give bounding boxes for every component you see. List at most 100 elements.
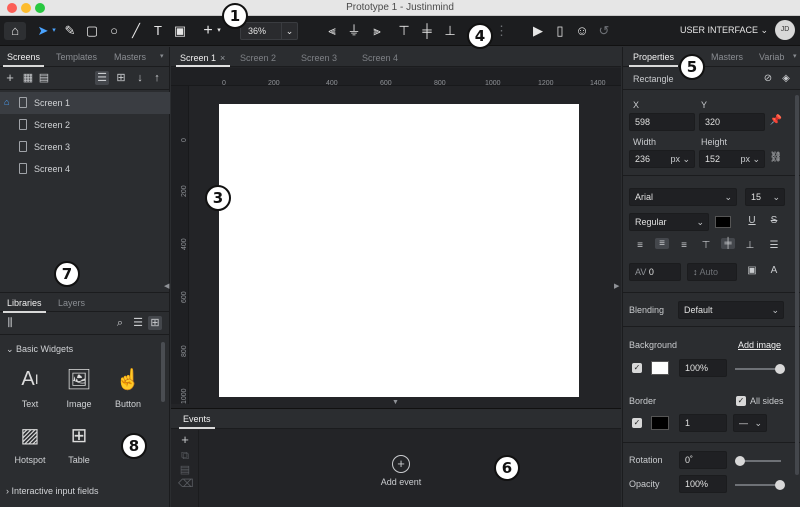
valign-top-icon[interactable]: ⊤ [699, 240, 713, 251]
widgets-section-header[interactable]: ⌄ Basic Widgets [6, 344, 73, 355]
opacity-slider[interactable] [735, 480, 785, 490]
image-tool-icon[interactable]: ▣ [173, 22, 187, 40]
screen-thumbnail-icon[interactable]: ▦ [21, 71, 35, 85]
fit-text-icon[interactable]: ▣ [745, 265, 759, 276]
align-left-icon[interactable]: ⫷ [325, 22, 339, 40]
library-scrollbar[interactable] [161, 342, 165, 402]
blending-select[interactable]: Default ⌄ [678, 301, 784, 319]
library-icon[interactable]: ⫼ [3, 316, 17, 330]
tab-screen-1[interactable]: Screen 1 × [175, 53, 231, 67]
collapse-events-icon[interactable]: ▼ [392, 399, 399, 406]
widget-hotspot[interactable]: ▨ Hotspot [10, 421, 50, 469]
height-field[interactable]: 152 px ⌄ [699, 150, 765, 168]
delete-event-icon[interactable]: ⌫ [178, 477, 194, 491]
add-image-link[interactable]: Add image [738, 340, 781, 350]
font-style-select[interactable]: Regular ⌄ [629, 213, 709, 231]
list-item[interactable]: Screen 2 [0, 114, 170, 136]
add-widget-icon[interactable]: + [201, 22, 215, 40]
list-item[interactable]: Screen 3 [0, 136, 170, 158]
border-checkbox[interactable]: ✓ [632, 418, 642, 428]
rotation-field[interactable]: 0˚ [679, 451, 727, 469]
tab-libraries[interactable]: Libraries [3, 298, 45, 313]
font-size-select[interactable]: 15 ⌄ [745, 188, 785, 206]
border-color-swatch[interactable] [651, 416, 669, 430]
widget-image[interactable]: 🖼 Image [59, 365, 99, 413]
align-top-icon[interactable]: ⊤ [397, 22, 411, 40]
add-event-button[interactable]: + Add event [371, 455, 431, 487]
add-screen-icon[interactable]: + [3, 71, 17, 85]
widget-text[interactable]: AI Text [10, 365, 50, 413]
align-text-left-icon[interactable]: ≡ [633, 240, 647, 251]
tab-masters[interactable]: Masters [114, 52, 146, 62]
tab-screens[interactable]: Screens [2, 52, 45, 67]
zoom-field[interactable]: 36% ⌄ [240, 22, 298, 40]
pen-tool-icon[interactable]: ✎ [63, 22, 77, 40]
text-color-swatch[interactable] [715, 216, 731, 228]
bullet-list-icon[interactable]: ☰ [767, 240, 781, 251]
underline-icon[interactable]: U [745, 215, 759, 226]
copy-event-icon[interactable]: ⧉ [178, 449, 192, 463]
border-style-select[interactable]: — ⌄ [733, 414, 767, 432]
chevron-down-icon[interactable]: ⌄ [281, 23, 297, 39]
align-text-right-icon[interactable]: ≡ [677, 240, 691, 251]
add-user-icon[interactable]: ☺ [574, 22, 590, 40]
rectangle-tool-icon[interactable]: ▢ [85, 22, 99, 40]
slider-knob[interactable] [775, 480, 785, 490]
ui-mode-selector[interactable]: USER INTERFACE ⌄ [680, 25, 768, 36]
list-item[interactable]: Screen 4 [0, 158, 170, 180]
width-field[interactable]: 236 px ⌄ [629, 150, 695, 168]
rotation-slider[interactable] [735, 456, 781, 466]
avatar[interactable]: JD [775, 20, 795, 40]
tab-layers[interactable]: Layers [58, 298, 85, 308]
align-middle-icon[interactable]: ╪ [420, 22, 434, 40]
widget-table[interactable]: ⊞ Table [59, 421, 99, 469]
strikethrough-icon[interactable]: S [767, 215, 781, 226]
screen-canvas[interactable] [219, 104, 579, 397]
line-height-field[interactable]: ↕ Auto [687, 263, 737, 281]
width-unit[interactable]: px ⌄ [670, 151, 690, 167]
more-icon[interactable]: ⋮ [495, 22, 508, 40]
x-field[interactable]: 598 [629, 113, 695, 131]
panel-menu-icon[interactable]: ▾ [793, 52, 797, 60]
slider-knob[interactable] [735, 456, 745, 466]
align-bottom-icon[interactable]: ⊥ [443, 22, 457, 40]
all-sides-checkbox[interactable]: ✓ [736, 396, 746, 406]
undo-icon[interactable]: ↺ [597, 22, 611, 40]
font-family-select[interactable]: Arial ⌄ [629, 188, 737, 206]
search-icon[interactable]: ⌕ [113, 316, 127, 330]
grid-view-icon[interactable]: ⊞ [148, 316, 162, 330]
device-preview-icon[interactable]: ▯ [553, 22, 567, 40]
interactive-section-header[interactable]: › Interactive input fields [6, 486, 99, 496]
folder-icon[interactable]: ▤ [37, 71, 51, 85]
slider-knob[interactable] [775, 364, 785, 374]
link-icon[interactable]: ⛓ [769, 152, 783, 163]
paste-event-icon[interactable]: ▤ [178, 463, 192, 477]
align-text-center-icon[interactable]: ≡ [655, 238, 669, 249]
move-up-icon[interactable]: ↑ [150, 71, 164, 85]
line-tool-icon[interactable]: ╱ [129, 22, 143, 40]
widget-button[interactable]: ☝ Button [108, 365, 148, 413]
close-icon[interactable]: × [220, 53, 225, 63]
text-tool-icon[interactable]: T [151, 22, 165, 40]
panel-menu-icon[interactable]: ▾ [160, 52, 164, 60]
pointer-tool-icon[interactable]: ➤ [36, 22, 50, 40]
pin-icon[interactable]: 📌 [769, 115, 783, 126]
add-event-icon[interactable]: + [178, 433, 192, 447]
border-width-field[interactable]: 1 [679, 414, 727, 432]
collapse-left-icon[interactable]: ◀ [164, 282, 169, 290]
background-color-swatch[interactable] [651, 361, 669, 375]
ellipse-tool-icon[interactable]: ○ [107, 22, 121, 40]
add-dropdown-icon[interactable]: ▾ [215, 22, 223, 40]
list-item[interactable]: ⌂ Screen 1 [0, 92, 170, 114]
tab-properties[interactable]: Properties [628, 52, 679, 67]
list-view-icon[interactable]: ☰ [131, 316, 145, 330]
valign-bottom-icon[interactable]: ⊥ [743, 240, 757, 251]
background-checkbox[interactable]: ✓ [632, 363, 642, 373]
tab-events[interactable]: Events [179, 414, 214, 429]
y-field[interactable]: 320 [699, 113, 765, 131]
letter-spacing-field[interactable]: AV 0 [629, 263, 681, 281]
pointer-dropdown-icon[interactable]: ▾ [50, 22, 58, 40]
tab-templates[interactable]: Templates [56, 52, 97, 62]
tab-screen-4[interactable]: Screen 4 [362, 53, 398, 63]
grid-view-icon[interactable]: ⊞ [114, 71, 128, 85]
